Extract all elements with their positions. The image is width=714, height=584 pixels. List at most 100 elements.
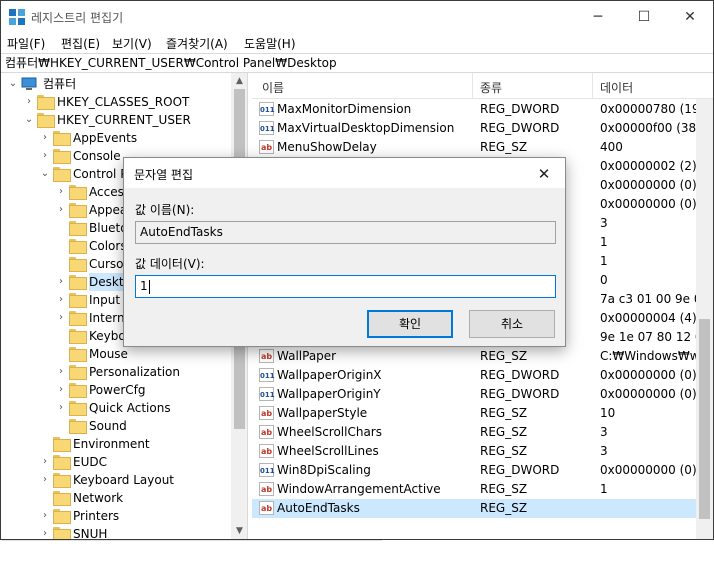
chevron-right-icon[interactable]: › — [55, 291, 67, 309]
scroll-thumb[interactable] — [699, 319, 710, 519]
value-name-field[interactable]: AutoEndTasks — [135, 221, 556, 244]
chevron-right-icon[interactable] — [55, 237, 67, 255]
chevron-right-icon[interactable]: › — [55, 309, 67, 327]
tree-node[interactable]: › Personalization — [1, 363, 231, 381]
dword-value-icon: 011 — [259, 368, 275, 382]
chevron-right-icon[interactable] — [39, 435, 51, 453]
menu-edit[interactable]: 편집(E) — [61, 35, 100, 52]
folder-icon — [69, 329, 87, 344]
column-header-data[interactable]: 데이터 — [600, 79, 633, 96]
chevron-right-icon[interactable]: › — [55, 399, 67, 417]
list-row[interactable]: ab AutoEndTasks REG_SZ — [252, 499, 713, 518]
tree-node-label: Keyboard Layout — [73, 473, 175, 487]
tree-node[interactable]: › AppEvents — [1, 129, 231, 147]
menu-file[interactable]: 파일(F) — [7, 35, 45, 52]
chevron-right-icon[interactable] — [55, 255, 67, 273]
value-name: WindowArrangementActive — [277, 482, 441, 496]
folder-icon — [69, 365, 87, 380]
tree-node-label: PowerCfg — [89, 383, 146, 397]
string-value-icon: ab — [259, 425, 274, 439]
tree-node[interactable]: › Printers — [1, 507, 231, 525]
tree-node-label: Input — [89, 293, 121, 307]
dialog-close-icon[interactable]: ✕ — [532, 164, 556, 184]
value-type: REG_SZ — [480, 482, 528, 496]
tree-node[interactable]: ⌄ HKEY_CURRENT_USER — [1, 111, 231, 129]
tree-node[interactable]: › SNUH — [1, 525, 231, 539]
tree-node[interactable]: › HKEY_CLASSES_ROOT — [1, 93, 231, 111]
chevron-right-icon[interactable]: › — [23, 93, 35, 111]
ok-button[interactable]: 확인 — [367, 310, 453, 338]
chevron-right-icon[interactable]: › — [39, 525, 51, 539]
column-header-type[interactable]: 종류 — [480, 79, 502, 96]
chevron-right-icon[interactable] — [39, 489, 51, 507]
tree-node[interactable]: › Keyboard Layout — [1, 471, 231, 489]
tree-node[interactable]: › EUDC — [1, 453, 231, 471]
scroll-down-icon[interactable]: ▼ — [231, 523, 247, 539]
tree-node[interactable]: › PowerCfg — [1, 381, 231, 399]
list-row[interactable]: ab WallpaperStyle REG_SZ 10 — [252, 404, 713, 423]
minimize-button[interactable]: ─ — [575, 1, 621, 33]
tree-node[interactable]: Mouse — [1, 345, 231, 363]
menu-help[interactable]: 도움말(H) — [244, 35, 296, 52]
list-row[interactable]: 011 WallpaperOriginX REG_DWORD 0x00000000 (… — [252, 366, 713, 385]
chevron-right-icon[interactable] — [55, 327, 67, 345]
list-row[interactable]: ab MenuShowDelay REG_SZ 400 — [252, 138, 713, 157]
background-panel — [2, 540, 382, 584]
list-row[interactable]: 011 MaxMonitorDimension REG_DWORD 0x0000078… — [252, 100, 713, 119]
chevron-right-icon[interactable] — [55, 219, 67, 237]
list-row[interactable]: ab WallPaper REG_SZ C:₩Windows₩web — [252, 347, 713, 366]
chevron-right-icon[interactable]: › — [55, 201, 67, 219]
cancel-button[interactable]: 취소 — [469, 310, 555, 338]
tree-node-label: Sound — [89, 419, 127, 433]
tree-node-label: SNUH — [73, 527, 108, 539]
chevron-down-icon[interactable]: ⌄ — [7, 75, 19, 93]
dialog-title-bar: 문자열 편집 ✕ — [124, 158, 565, 188]
value-data-input[interactable]: 1 — [135, 275, 556, 298]
list-row[interactable]: 011 WallpaperOriginY REG_DWORD 0x00000000 (… — [252, 385, 713, 404]
folder-icon — [53, 131, 71, 146]
address-bar[interactable]: 컴퓨터₩HKEY_CURRENT_USER₩Control Panel₩Desk… — [1, 53, 713, 73]
folder-icon — [69, 239, 87, 254]
column-header-name[interactable]: 이름 — [262, 79, 284, 96]
chevron-down-icon[interactable]: ⌄ — [39, 165, 51, 183]
tree-node-label: Quick Actions — [89, 401, 171, 415]
list-row[interactable]: ab WheelScrollChars REG_SZ 3 — [252, 423, 713, 442]
tree-node-label: HKEY_CURRENT_USER — [57, 113, 191, 127]
chevron-right-icon[interactable] — [55, 345, 67, 363]
folder-icon — [53, 437, 71, 452]
list-row[interactable]: ab WindowArrangementActive REG_SZ 1 — [252, 480, 713, 499]
chevron-right-icon[interactable]: › — [39, 471, 51, 489]
value-name: Win8DpiScaling — [277, 463, 371, 477]
chevron-right-icon[interactable]: › — [39, 507, 51, 525]
chevron-down-icon[interactable]: ⌄ — [23, 111, 35, 129]
list-scrollbar[interactable] — [696, 99, 713, 539]
tree-node[interactable]: Environment — [1, 435, 231, 453]
tree-node[interactable]: › Quick Actions — [1, 399, 231, 417]
tree-node[interactable]: Sound — [1, 417, 231, 435]
scroll-up-icon[interactable]: ▲ — [231, 73, 247, 89]
menu-favorites[interactable]: 즐겨찾기(A) — [166, 35, 228, 52]
chevron-right-icon[interactable]: › — [39, 453, 51, 471]
tree-node[interactable]: Network — [1, 489, 231, 507]
column-divider[interactable] — [592, 73, 593, 99]
value-name: WallPaper — [277, 349, 337, 363]
edit-string-dialog: 문자열 편집 ✕ 값 이름(N): AutoEndTasks 값 데이터(V):… — [123, 157, 566, 347]
column-divider[interactable] — [472, 73, 473, 99]
chevron-right-icon[interactable]: › — [39, 129, 51, 147]
chevron-right-icon[interactable] — [55, 417, 67, 435]
tree-node-computer[interactable]: ⌄ 컴퓨터 — [1, 75, 231, 93]
chevron-right-icon[interactable]: › — [39, 147, 51, 165]
chevron-right-icon[interactable]: › — [55, 273, 67, 291]
value-type: REG_DWORD — [480, 368, 560, 382]
maximize-button[interactable]: ☐ — [621, 1, 667, 33]
list-row[interactable]: ab WheelScrollLines REG_SZ 3 — [252, 442, 713, 461]
chevron-right-icon[interactable]: › — [55, 381, 67, 399]
chevron-right-icon[interactable]: › — [55, 183, 67, 201]
folder-icon — [69, 221, 87, 236]
list-row[interactable]: 011 Win8DpiScaling REG_DWORD 0x00000000 (0) — [252, 461, 713, 480]
menu-view[interactable]: 보기(V) — [112, 35, 152, 52]
list-row[interactable]: 011 MaxVirtualDesktopDimension REG_DWORD 0x… — [252, 119, 713, 138]
chevron-right-icon[interactable]: › — [55, 363, 67, 381]
dword-value-icon: 011 — [259, 121, 275, 135]
close-button[interactable]: ✕ — [667, 1, 713, 33]
